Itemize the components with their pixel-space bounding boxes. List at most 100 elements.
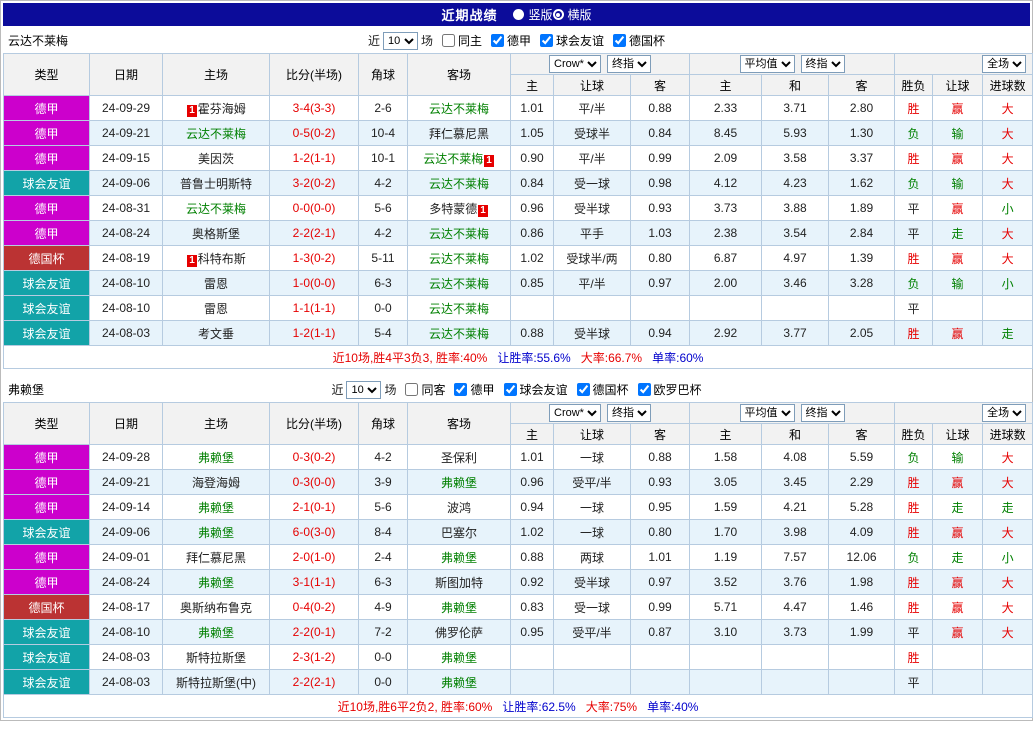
europe-away-odds-cell: 5.59: [829, 445, 895, 470]
europe-odds-source-select[interactable]: 平均值: [740, 55, 795, 73]
period-select[interactable]: 全场: [982, 404, 1026, 422]
handicap-line-cell: 受一球: [554, 171, 631, 196]
score-cell: 3-4(3-3): [270, 96, 359, 121]
league-type-cell: 德甲: [4, 570, 90, 595]
period-select[interactable]: 全场: [982, 55, 1026, 73]
page: 近期战绩 竖版横版 云达不莱梅近10场同主德甲球会友谊德国杯类型日期主场比分(半…: [0, 0, 1033, 721]
match-count-select[interactable]: 10: [383, 32, 418, 50]
asian-odds-group-header: Crow* 终指: [511, 403, 690, 424]
league-filter[interactable]: 德甲: [454, 381, 494, 398]
league-filter-checkbox[interactable]: [577, 383, 590, 396]
league-type-cell: 球会友谊: [4, 296, 90, 321]
bookmaker-select[interactable]: Crow*: [549, 404, 601, 422]
league-filter-checkbox[interactable]: [491, 34, 504, 47]
europe-odds-stage-select[interactable]: 终指: [801, 404, 845, 422]
europe-draw-odds-cell: 3.71: [762, 96, 829, 121]
view-option[interactable]: 横版: [553, 6, 592, 23]
same-venue-filter-checkbox[interactable]: [405, 383, 418, 396]
europe-home-odds-cell: 1.59: [690, 495, 762, 520]
section-team-name: 弗赖堡: [8, 381, 44, 398]
europe-home-odds-cell: 3.05: [690, 470, 762, 495]
match-row: 德甲24-08-24弗赖堡3-1(1-1)6-3斯图加特0.92受半球0.973…: [4, 570, 1033, 595]
page-title: 近期战绩: [441, 5, 497, 24]
outcome-cell: 负: [895, 445, 933, 470]
league-filter-checkbox[interactable]: [613, 34, 626, 47]
goals-result-cell: 大: [983, 221, 1033, 246]
asian-odds-stage-select[interactable]: 终指: [607, 55, 651, 73]
date-cell: 24-08-17: [90, 595, 163, 620]
score-cell: 2-0(1-0): [270, 545, 359, 570]
asian-away-odds-cell: 0.94: [631, 321, 690, 346]
europe-draw-odds-cell: [762, 645, 829, 670]
europe-odds-source-select[interactable]: 平均值: [740, 404, 795, 422]
asian-odds-stage-select[interactable]: 终指: [607, 404, 651, 422]
sub-col-header: 主: [511, 75, 554, 96]
same-venue-filter-checkbox[interactable]: [442, 34, 455, 47]
league-filter-checkbox[interactable]: [454, 383, 467, 396]
goals-result-cell: 大: [983, 246, 1033, 271]
match-row: 球会友谊24-08-03考文垂1-2(1-1)5-4云达不莱梅0.88受半球0.…: [4, 321, 1033, 346]
team-name: 云达不莱梅: [186, 127, 246, 141]
corners-cell: 0-0: [359, 296, 408, 321]
score-cell: 0-3(0-0): [270, 470, 359, 495]
europe-draw-odds-cell: 4.21: [762, 495, 829, 520]
league-filter[interactable]: 球会友谊: [540, 32, 604, 49]
match-row: 德甲24-09-291霍芬海姆3-4(3-3)2-6云达不莱梅1.01平/半0.…: [4, 96, 1033, 121]
outcome-cell: 平: [895, 620, 933, 645]
asian-home-odds-cell: 1.02: [511, 246, 554, 271]
sub-col-header: 让球: [933, 424, 983, 445]
league-filter[interactable]: 欧罗巴杯: [638, 381, 702, 398]
league-filter-label: 德甲: [470, 381, 494, 398]
team-name: 普鲁士明斯特: [180, 177, 252, 191]
view-option[interactable]: 竖版: [513, 6, 552, 23]
away-team-cell: 弗赖堡: [408, 470, 511, 495]
europe-odds-stage-select[interactable]: 终指: [801, 55, 845, 73]
league-filter-label: 德国杯: [629, 32, 665, 49]
away-team-cell: 弗赖堡: [408, 595, 511, 620]
same-venue-filter[interactable]: 同主: [442, 32, 482, 49]
away-team-cell: 多特蒙德1: [408, 196, 511, 221]
europe-home-odds-cell: 5.71: [690, 595, 762, 620]
team-name: 弗赖堡: [441, 676, 477, 690]
away-team-cell: 弗赖堡: [408, 645, 511, 670]
handicap-result-cell: 输: [933, 445, 983, 470]
handicap-result-cell: [933, 645, 983, 670]
league-filter[interactable]: 德国杯: [577, 381, 629, 398]
home-team-cell: 弗赖堡: [163, 620, 270, 645]
league-filter-checkbox[interactable]: [638, 383, 651, 396]
team-name: 弗赖堡: [198, 526, 234, 540]
league-filter[interactable]: 德国杯: [613, 32, 665, 49]
goals-result-cell: [983, 670, 1033, 695]
asian-home-odds-cell: 0.83: [511, 595, 554, 620]
team-name: 拜仁慕尼黑: [429, 127, 489, 141]
matches-label: 场: [421, 32, 433, 49]
league-type-cell: 球会友谊: [4, 670, 90, 695]
same-venue-filter[interactable]: 同客: [405, 381, 445, 398]
league-type-cell: 德甲: [4, 445, 90, 470]
match-row: 球会友谊24-09-06普鲁士明斯特3-2(0-2)4-2云达不莱梅0.84受一…: [4, 171, 1033, 196]
handicap-result-cell: 赢: [933, 96, 983, 121]
europe-away-odds-cell: 1.99: [829, 620, 895, 645]
team-name: 云达不莱梅: [429, 252, 489, 266]
score-cell: 0-3(0-2): [270, 445, 359, 470]
col-header: 日期: [90, 403, 163, 445]
europe-home-odds-cell: 6.87: [690, 246, 762, 271]
handicap-line-cell: 受半球: [554, 196, 631, 221]
away-team-cell: 云达不莱梅1: [408, 146, 511, 171]
match-count-select[interactable]: 10: [346, 381, 381, 399]
league-filter-checkbox[interactable]: [504, 383, 517, 396]
handicap-result-cell: 赢: [933, 246, 983, 271]
europe-draw-odds-cell: [762, 670, 829, 695]
section-team-name: 云达不莱梅: [8, 32, 68, 49]
asian-away-odds-cell: 0.99: [631, 146, 690, 171]
match-row: 德甲24-09-01拜仁慕尼黑2-0(1-0)2-4弗赖堡0.88两球1.011…: [4, 545, 1033, 570]
league-type-cell: 球会友谊: [4, 271, 90, 296]
bookmaker-select[interactable]: Crow*: [549, 55, 601, 73]
team-name: 科特布斯: [198, 252, 246, 266]
league-filter-checkbox[interactable]: [540, 34, 553, 47]
summary-stat: 大率:75%: [586, 700, 637, 714]
league-filter[interactable]: 德甲: [491, 32, 531, 49]
away-team-cell: 斯图加特: [408, 570, 511, 595]
team-name: 斯特拉斯堡: [186, 651, 246, 665]
league-filter[interactable]: 球会友谊: [504, 381, 568, 398]
